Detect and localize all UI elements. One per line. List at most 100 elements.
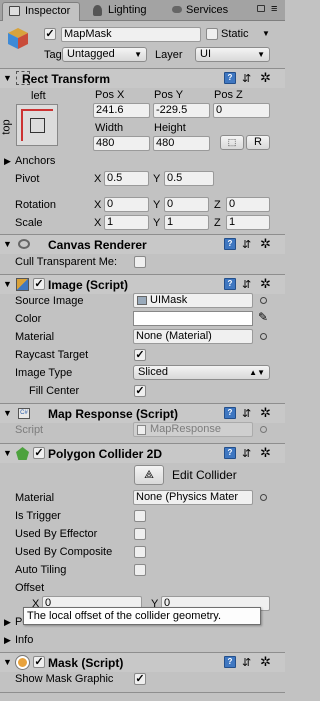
used-by-effector-checkbox[interactable] <box>134 528 146 540</box>
gear-icon[interactable]: ✲ <box>260 70 271 86</box>
help-book-icon[interactable]: ? <box>224 407 236 419</box>
gear-icon[interactable]: ✲ <box>260 276 271 292</box>
presets-icon[interactable]: ⇵ <box>242 407 251 420</box>
raycast-checkbox[interactable]: ✓ <box>134 349 146 361</box>
points-foldout-icon[interactable]: ▶ <box>4 617 11 628</box>
script-field: MapResponse <box>133 422 253 437</box>
mask-header[interactable]: ▼ ✓ Mask (Script) ? ⇵ ✲ <box>0 652 285 672</box>
foldout-open-icon[interactable]: ▼ <box>3 279 12 289</box>
posy-field[interactable]: -229.5 <box>153 103 210 118</box>
image-header[interactable]: ▼ ✓ Image (Script) ? ⇵ ✲ <box>0 274 285 294</box>
object-picker-icon[interactable] <box>260 494 267 501</box>
foldout-open-icon[interactable]: ▼ <box>3 408 12 418</box>
posx-label: Pos X <box>95 89 125 101</box>
presets-icon[interactable]: ⇵ <box>242 656 251 669</box>
fill-center-checkbox[interactable]: ✓ <box>134 385 146 397</box>
gear-icon[interactable]: ✲ <box>260 654 271 670</box>
gear-icon[interactable]: ✲ <box>260 445 271 461</box>
material-field[interactable]: None (Material) <box>133 329 253 344</box>
component-title: Mask (Script) <box>48 656 124 670</box>
pivot-y-field[interactable]: 0.5 <box>164 171 214 186</box>
info-label[interactable]: Info <box>15 633 33 647</box>
width-label: Width <box>95 122 124 134</box>
scale-y-field[interactable]: 1 <box>164 215 209 230</box>
canvas-renderer-header[interactable]: ▼ Canvas Renderer ? ⇵ ✲ <box>0 234 285 254</box>
help-book-icon[interactable]: ? <box>224 278 236 290</box>
help-book-icon[interactable]: ? <box>224 656 236 668</box>
scale-x-field[interactable]: 1 <box>104 215 149 230</box>
polygon-collider-header[interactable]: ▼ ✓ Polygon Collider 2D ? ⇵ ✲ <box>0 443 285 463</box>
height-field[interactable]: 480 <box>153 136 210 151</box>
component-title: Map Response (Script) <box>48 407 179 421</box>
presets-icon[interactable]: ⇵ <box>242 72 251 85</box>
posx-field[interactable]: 241.6 <box>93 103 150 118</box>
static-checkbox[interactable] <box>206 28 218 40</box>
tag-dropdown[interactable]: Untagged ▼ <box>62 47 147 62</box>
height-label: Height <box>154 122 186 134</box>
raw-edit-button[interactable]: R <box>246 135 270 150</box>
show-mask-graphic-checkbox[interactable]: ✓ <box>134 673 146 685</box>
edit-collider-label[interactable]: Edit Collider <box>172 468 237 482</box>
blueprint-mode-button[interactable]: ⬚ <box>220 135 244 150</box>
width-field[interactable]: 480 <box>93 136 150 151</box>
is-trigger-checkbox[interactable] <box>134 510 146 522</box>
help-book-icon[interactable]: ? <box>224 72 236 84</box>
static-dropdown-icon[interactable]: ▼ <box>262 29 270 38</box>
pivot-x-field[interactable]: 0.5 <box>104 171 149 186</box>
scale-z-field[interactable]: 1 <box>226 215 270 230</box>
anchors-foldout-icon[interactable]: ▶ <box>4 156 11 167</box>
lock-icon[interactable] <box>257 5 265 12</box>
foldout-open-icon[interactable]: ▼ <box>3 657 12 667</box>
rot-z-field[interactable]: 0 <box>226 197 270 212</box>
tab-services[interactable]: Services <box>164 2 244 21</box>
show-mask-graphic-label: Show Mask Graphic <box>15 673 114 685</box>
source-image-field[interactable]: UIMask <box>133 293 253 308</box>
canvas-renderer-icon <box>18 239 30 249</box>
rot-x-field[interactable]: 0 <box>104 197 149 212</box>
tab-bar: Inspector Lighting Services ≡ <box>0 0 285 21</box>
posy-label: Pos Y <box>154 89 184 101</box>
anchor-rect-icon <box>30 118 45 133</box>
tab-inspector[interactable]: Inspector <box>2 2 80 21</box>
info-foldout-icon[interactable]: ▶ <box>4 635 11 646</box>
foldout-open-icon[interactable]: ▼ <box>3 73 12 83</box>
posz-field[interactable]: 0 <box>213 103 270 118</box>
chevron-down-icon: ▼ <box>134 50 142 59</box>
anchor-presets-button[interactable] <box>16 104 58 146</box>
used-by-composite-checkbox[interactable] <box>134 546 146 558</box>
image-type-dropdown[interactable]: Sliced ▲▼ <box>133 365 270 380</box>
map-response-header[interactable]: ▼ C# Map Response (Script) ? ⇵ ✲ <box>0 403 285 423</box>
physics-material-field[interactable]: None (Physics Mater <box>133 490 253 505</box>
help-book-icon[interactable]: ? <box>224 447 236 459</box>
anchors-label[interactable]: Anchors <box>15 154 55 168</box>
collider-enabled-checkbox[interactable]: ✓ <box>33 447 45 459</box>
layer-dropdown[interactable]: UI ▼ <box>195 47 270 62</box>
mask-component-icon <box>16 656 29 669</box>
rect-transform-header[interactable]: ▼ Rect Transform ? ⇵ ✲ <box>0 68 285 88</box>
rot-y-field[interactable]: 0 <box>164 197 209 212</box>
scale-x-label: X <box>94 217 102 229</box>
active-checkbox[interactable]: ✓ <box>44 28 56 40</box>
mask-enabled-checkbox[interactable]: ✓ <box>33 656 45 668</box>
foldout-open-icon[interactable]: ▼ <box>3 448 12 458</box>
menu-icon[interactable]: ≡ <box>271 3 277 15</box>
sprite-icon <box>137 296 147 305</box>
object-picker-icon[interactable] <box>260 297 267 304</box>
image-enabled-checkbox[interactable]: ✓ <box>33 278 45 290</box>
object-name-field[interactable]: MapMask <box>61 27 201 42</box>
edit-collider-toggle[interactable]: ⟁ <box>134 465 164 485</box>
eyedropper-icon[interactable]: ✎ <box>258 310 268 324</box>
presets-icon[interactable]: ⇵ <box>242 278 251 291</box>
tab-lighting[interactable]: Lighting <box>86 2 164 21</box>
presets-icon[interactable]: ⇵ <box>242 238 251 251</box>
foldout-open-icon[interactable]: ▼ <box>3 239 12 249</box>
presets-icon[interactable]: ⇵ <box>242 447 251 460</box>
auto-tiling-checkbox[interactable] <box>134 564 146 576</box>
polygon-collider-icon <box>16 447 29 460</box>
gear-icon[interactable]: ✲ <box>260 405 271 421</box>
object-picker-icon[interactable] <box>260 333 267 340</box>
help-book-icon[interactable]: ? <box>224 238 236 250</box>
color-swatch[interactable] <box>133 311 253 326</box>
cull-checkbox[interactable] <box>134 256 146 268</box>
gear-icon[interactable]: ✲ <box>260 236 271 252</box>
